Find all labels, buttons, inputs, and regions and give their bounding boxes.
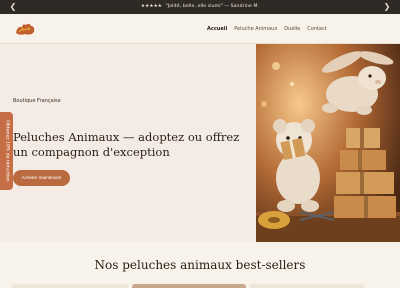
product-card[interactable] (132, 284, 246, 288)
plush-gift-illustration (256, 44, 400, 242)
nav-item-peluche-animaux[interactable]: Peluche Animaux (234, 26, 277, 32)
teddy-logo-icon[interactable] (14, 21, 36, 37)
hero-image (256, 44, 400, 242)
announcement-bar: ❮ ★★★★★ "Jolité, belle, elle slumi" — Sa… (0, 0, 400, 14)
hero-kicker: Boutique Française (13, 98, 61, 104)
rating-stars: ★★★★★ (140, 4, 163, 9)
chevron-right-icon[interactable]: ❯ (380, 1, 394, 13)
main-nav: Accueil Peluche Animaux Duelle Contact (207, 14, 327, 44)
announcement-message: ★★★★★ "Jolité, belle, elle slumi" — Sand… (0, 0, 400, 14)
bestsellers-title: Nos peluches animaux best-sellers (94, 258, 306, 272)
site-header: Accueil Peluche Animaux Duelle Contact (0, 14, 400, 44)
nav-item-duelle[interactable]: Duelle (284, 26, 300, 32)
nav-item-accueil[interactable]: Accueil (207, 26, 227, 32)
discount-side-tab[interactable]: Obtenez 10% de réduction (0, 112, 13, 190)
bestsellers-section: Nos peluches animaux best-sellers (0, 242, 400, 288)
announcement-quote: "Jolité, belle, elle slumi" — Sandrine M… (165, 4, 260, 9)
discount-tab-label: Obtenez 10% de réduction (4, 120, 9, 182)
nav-item-contact[interactable]: Contact (307, 26, 326, 32)
hero-headline: Peluches Animaux — adoptez ou offrez un … (13, 130, 240, 159)
buy-now-button[interactable]: Acheter maintenant (13, 170, 70, 186)
product-card[interactable] (12, 284, 128, 288)
product-card[interactable] (250, 284, 364, 288)
